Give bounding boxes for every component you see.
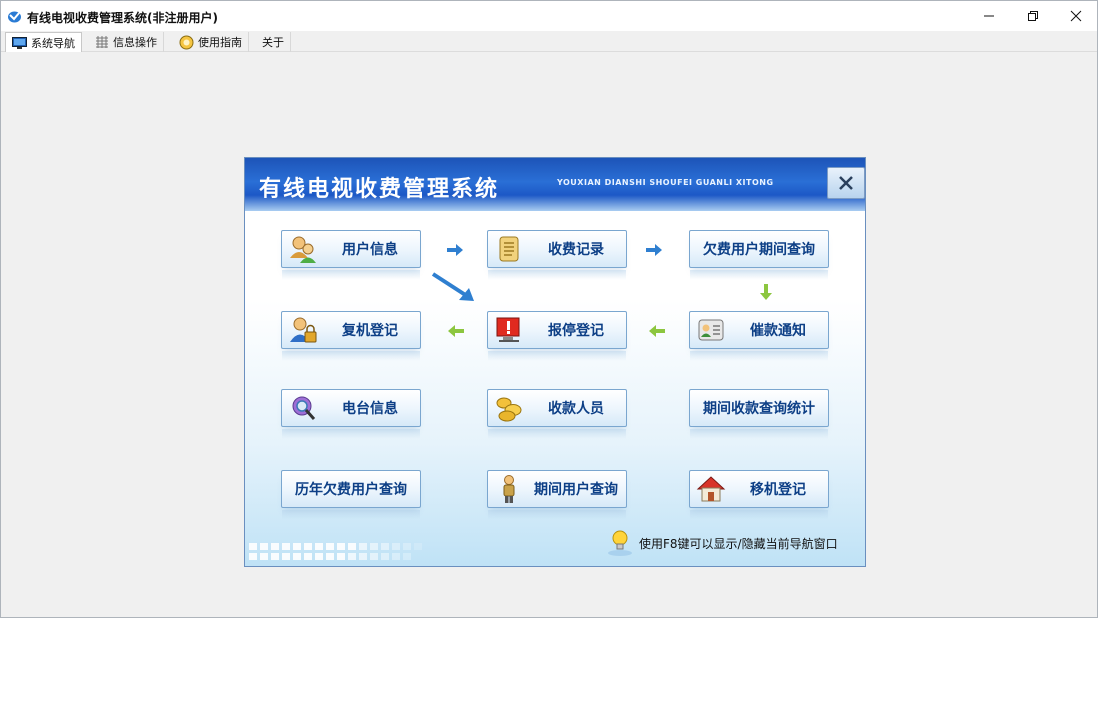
navigation-title: 有线电视收费管理系统 <box>259 176 500 202</box>
menu-label: 关于 <box>262 36 284 49</box>
alert-monitor-icon <box>496 317 520 342</box>
navigation-close-button[interactable] <box>827 167 865 199</box>
coins-icon <box>496 397 522 422</box>
help-icon <box>179 35 194 49</box>
button-label: 历年欠费用户查询 <box>295 482 407 498</box>
button-label: 报停登记 <box>548 323 604 339</box>
fee-records-button[interactable]: 收费记录 <box>487 230 627 280</box>
arrow-left-icon <box>448 325 464 337</box>
button-label: 电台信息 <box>342 401 398 417</box>
title-bar: 有线电视收费管理系统(非注册用户) <box>1 1 1097 31</box>
arrears-period-query-button[interactable]: 欠费用户期间查询 <box>689 230 829 280</box>
reconnect-registration-button[interactable]: 复机登记 <box>281 311 421 361</box>
users-icon <box>290 236 316 263</box>
close-icon <box>1070 10 1081 22</box>
button-label: 用户信息 <box>342 242 398 258</box>
lightbulb-icon <box>608 530 632 556</box>
person-icon <box>503 475 515 503</box>
period-users-query-button[interactable]: 期间用户查询 <box>487 470 627 520</box>
minimize-icon <box>983 15 994 17</box>
collectors-button[interactable]: 收款人员 <box>487 389 627 439</box>
f8-hint: 使用F8键可以显示/隐藏当前导航窗口 <box>607 529 838 557</box>
app-logo-icon <box>8 11 21 23</box>
arrow-down-icon <box>760 284 772 300</box>
navigation-header: 有线电视收费管理系统 YOUXIAN DIANSHI SHOUFEI GUANL… <box>245 158 865 211</box>
window-title: 有线电视收费管理系统(非注册用户) <box>27 11 218 25</box>
button-label: 催款通知 <box>750 323 806 339</box>
restore-icon <box>1027 11 1038 21</box>
button-label: 欠费用户期间查询 <box>703 242 815 258</box>
scroll-icon <box>499 236 519 262</box>
decorative-tiles <box>249 543 422 560</box>
user-info-button[interactable]: 用户信息 <box>281 230 421 280</box>
monitor-icon <box>12 36 27 49</box>
arrow-diagonal-icon <box>431 272 474 301</box>
hint-text: 使用F8键可以显示/隐藏当前导航窗口 <box>639 536 838 551</box>
restore-button[interactable] <box>1010 1 1055 31</box>
button-label: 复机登记 <box>342 323 398 339</box>
menu-about[interactable]: 关于 <box>256 32 291 52</box>
yearly-arrears-query-button[interactable]: 历年欠费用户查询 <box>281 470 421 520</box>
button-label: 移机登记 <box>750 482 806 498</box>
navigation-panel: 有线电视收费管理系统 YOUXIAN DIANSHI SHOUFEI GUANL… <box>244 157 866 567</box>
menu-system-navigation[interactable]: 系统导航 <box>5 32 82 52</box>
close-button[interactable] <box>1053 1 1098 31</box>
relocation-registration-button[interactable]: 移机登记 <box>689 470 829 520</box>
menu-user-guide[interactable]: 使用指南 <box>173 32 249 52</box>
button-label: 收款人员 <box>548 401 604 417</box>
button-label: 期间收款查询统计 <box>703 401 815 417</box>
suspend-registration-button[interactable]: 报停登记 <box>487 311 627 361</box>
menu-label: 信息操作 <box>113 36 157 49</box>
menu-label: 系统导航 <box>31 36 75 50</box>
search-globe-icon <box>292 396 316 420</box>
arrow-left-icon <box>649 325 665 337</box>
station-info-button[interactable]: 电台信息 <box>281 389 421 439</box>
button-label: 收费记录 <box>548 242 604 258</box>
menu-bar: 系统导航 信息操作 使用指南 关于 <box>1 31 1097 52</box>
period-collection-stats-button[interactable]: 期间收款查询统计 <box>689 389 829 439</box>
menu-label: 使用指南 <box>198 36 242 49</box>
arrow-right-icon <box>447 244 463 256</box>
menu-info-operations[interactable]: 信息操作 <box>89 32 164 52</box>
minimize-button[interactable] <box>966 1 1011 31</box>
app-window: 有线电视收费管理系统(非注册用户) 系统导航 信息操作 使用指南 关于 有线电视… <box>0 0 1098 618</box>
contact-card-icon <box>698 319 724 341</box>
close-icon <box>839 176 853 190</box>
user-lock-icon <box>290 317 317 343</box>
arrow-right-icon <box>646 244 662 256</box>
button-label: 期间用户查询 <box>534 482 618 498</box>
grid-icon <box>96 36 108 48</box>
house-icon <box>696 476 726 502</box>
payment-reminder-button[interactable]: 催款通知 <box>689 311 829 361</box>
navigation-subtitle: YOUXIAN DIANSHI SHOUFEI GUANLI XITONG <box>557 178 774 187</box>
